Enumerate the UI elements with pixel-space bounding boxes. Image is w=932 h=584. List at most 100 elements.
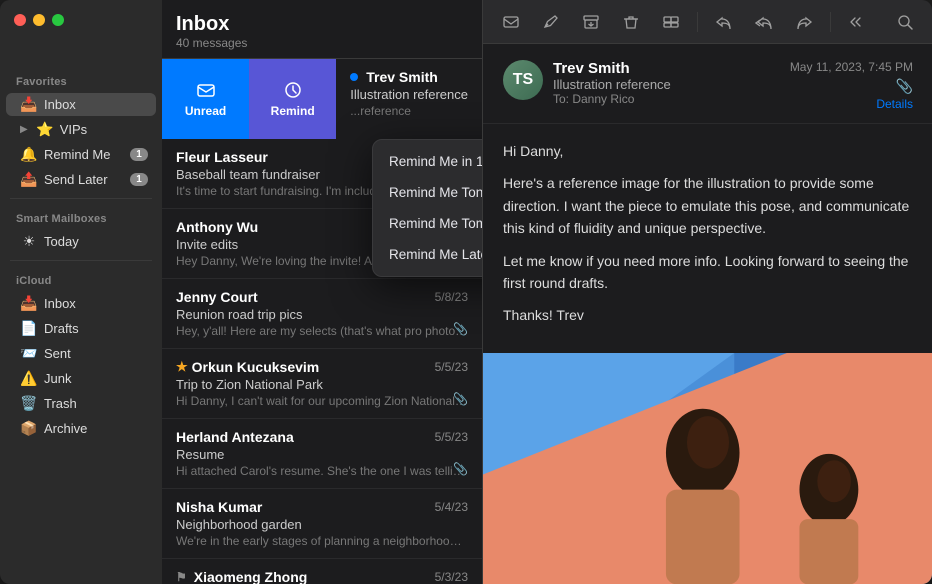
delete-button[interactable]	[615, 6, 647, 38]
remind-icon	[283, 80, 303, 100]
email-meta: Trev Smith Illustration reference To: Da…	[553, 60, 780, 106]
compose-button[interactable]	[535, 6, 567, 38]
unread-icon	[196, 80, 216, 100]
email-image-attachment	[483, 353, 932, 584]
sidebar-item-label: Inbox	[44, 296, 148, 311]
icloud-label: iCloud	[0, 267, 162, 291]
msg-subject: Trip to Zion National Park	[176, 377, 468, 392]
sender-name: Jenny Court	[176, 289, 258, 305]
body-paragraph-3: Let me know if you need more info. Looki…	[503, 250, 913, 295]
msg-preview: Hi Danny, I can't wait for our upcoming …	[176, 394, 468, 408]
inbox-title: Inbox	[176, 12, 468, 36]
swipe-remind-button[interactable]: Remind	[249, 59, 336, 139]
sidebar-item-remind-me[interactable]: 🔔 Remind Me 1	[6, 143, 156, 166]
search-button[interactable]	[889, 6, 921, 38]
body-paragraph-2: Here's a reference image for the illustr…	[503, 172, 913, 239]
email-header: TS Trev Smith Illustration reference To:…	[483, 44, 932, 124]
msg-subject: Neighborhood garden	[176, 517, 468, 532]
inbox-icon: 📥	[20, 96, 38, 113]
sidebar-item-trash[interactable]: 🗑️ Trash	[6, 392, 156, 415]
sidebar-item-vips[interactable]: ▶ ⭐ VIPs	[6, 118, 156, 141]
move-button[interactable]	[655, 6, 687, 38]
msg-preview: Hey, y'all! Here are my selects (that's …	[176, 324, 468, 338]
remind-1-hour[interactable]: Remind Me in 1 Hour	[373, 146, 482, 177]
sidebar-item-label: VIPs	[60, 122, 148, 137]
message-item[interactable]: ⚑ Xiaomeng Zhong 5/3/23 Park Photos Hi D…	[162, 559, 482, 584]
divider	[10, 260, 152, 261]
msg-subject: Reunion road trip pics	[176, 307, 468, 322]
favorites-label: Favorites	[0, 68, 162, 92]
message-item[interactable]: ★ Orkun Kucuksevim 5/5/23 Trip to Zion N…	[162, 349, 482, 419]
sidebar-item-drafts[interactable]: 📄 Drafts	[6, 317, 156, 340]
sidebar-item-label: Today	[44, 234, 148, 249]
email-body: Hi Danny, Here's a reference image for t…	[483, 124, 932, 353]
sidebar-item-send-later[interactable]: 📤 Send Later 1	[6, 168, 156, 191]
sidebar-item-label: Sent	[44, 346, 148, 361]
archive-button[interactable]	[575, 6, 607, 38]
email-date: May 11, 2023, 7:45 PM	[790, 60, 913, 74]
message-item[interactable]: Jenny Court 5/8/23 Reunion road trip pic…	[162, 279, 482, 349]
junk-icon: ⚠️	[20, 370, 38, 387]
more-button[interactable]	[841, 6, 873, 38]
minimize-button[interactable]	[33, 14, 45, 26]
window-controls	[0, 0, 162, 40]
sender-name: Anthony Wu	[176, 219, 258, 235]
msg-date: 5/8/23	[435, 290, 468, 304]
sidebar-item-inbox-fav[interactable]: 📥 Inbox	[6, 93, 156, 116]
messages-scroll[interactable]: Unread Remind	[162, 59, 482, 584]
sender-name: ⚑ Xiaomeng Zhong	[176, 569, 307, 584]
msg-header: ★ Orkun Kucuksevim 5/5/23	[176, 359, 468, 375]
msg-date: 5/4/23	[435, 500, 468, 514]
close-button[interactable]	[14, 14, 26, 26]
sidebar-item-icloud-inbox[interactable]: 📥 Inbox	[6, 292, 156, 315]
reply-all-button[interactable]	[748, 6, 780, 38]
msg-subject: Resume	[176, 447, 468, 462]
remind-tomorrow[interactable]: Remind Me Tomorrow	[373, 208, 482, 239]
attachment-indicator: 📎	[790, 78, 913, 95]
drafts-icon: 📄	[20, 320, 38, 337]
send-later-badge: 1	[130, 173, 148, 186]
body-paragraph-1: Hi Danny,	[503, 140, 913, 162]
sidebar-item-archive[interactable]: 📦 Archive	[6, 417, 156, 440]
email-to: To: Danny Rico	[553, 92, 780, 106]
msg-header: Trev Smith	[350, 69, 468, 85]
divider	[10, 198, 152, 199]
forward-button[interactable]	[788, 6, 820, 38]
bell-icon: 🔔	[20, 146, 38, 163]
remind-tonight[interactable]: Remind Me Tonight	[373, 177, 482, 208]
sender-avatar: TS	[503, 60, 543, 100]
maximize-button[interactable]	[52, 14, 64, 26]
reply-button[interactable]	[708, 6, 740, 38]
swipe-unread-button[interactable]: Unread	[162, 59, 249, 139]
sidebar-item-sent[interactable]: 📨 Sent	[6, 342, 156, 365]
sidebar-item-label: Trash	[44, 396, 148, 411]
attachment-icon: 📎	[453, 462, 468, 476]
new-message-button[interactable]	[495, 6, 527, 38]
message-item[interactable]: Nisha Kumar 5/4/23 Neighborhood garden W…	[162, 489, 482, 559]
sidebar-item-today[interactable]: ☀ Today	[6, 230, 156, 253]
avatar-initials: TS	[513, 71, 533, 89]
archive-icon: 📦	[20, 420, 38, 437]
sidebar-item-junk[interactable]: ⚠️ Junk	[6, 367, 156, 390]
remind-label: Remind	[271, 104, 315, 118]
sent-icon: 📨	[20, 345, 38, 362]
msg-preview: Hi attached Carol's resume. She's the on…	[176, 464, 468, 478]
sender-name: Trev Smith	[366, 69, 438, 85]
email-from: Trev Smith	[553, 60, 780, 77]
msg-date: 5/3/23	[435, 570, 468, 584]
sidebar-item-label: Archive	[44, 421, 148, 436]
detail-pane: TS Trev Smith Illustration reference To:…	[482, 0, 932, 584]
remind-later[interactable]: Remind Me Later...	[373, 239, 482, 270]
swipe-message-preview[interactable]: Trev Smith Illustration reference ...ref…	[336, 59, 482, 139]
remind-dropdown: Remind Me in 1 Hour Remind Me Tonight Re…	[372, 139, 482, 277]
details-link[interactable]: Details	[790, 97, 913, 111]
send-later-icon: 📤	[20, 171, 38, 188]
message-item[interactable]: Herland Antezana 5/5/23 Resume Hi attach…	[162, 419, 482, 489]
message-list-header: Inbox 40 messages	[162, 0, 482, 59]
star-icon: ⭐	[36, 121, 54, 138]
attachment-icon: 📎	[453, 322, 468, 336]
msg-header: Nisha Kumar 5/4/23	[176, 499, 468, 515]
today-icon: ☀	[20, 233, 38, 250]
toolbar-divider	[830, 12, 831, 32]
msg-subject: Illustration reference	[350, 87, 468, 102]
